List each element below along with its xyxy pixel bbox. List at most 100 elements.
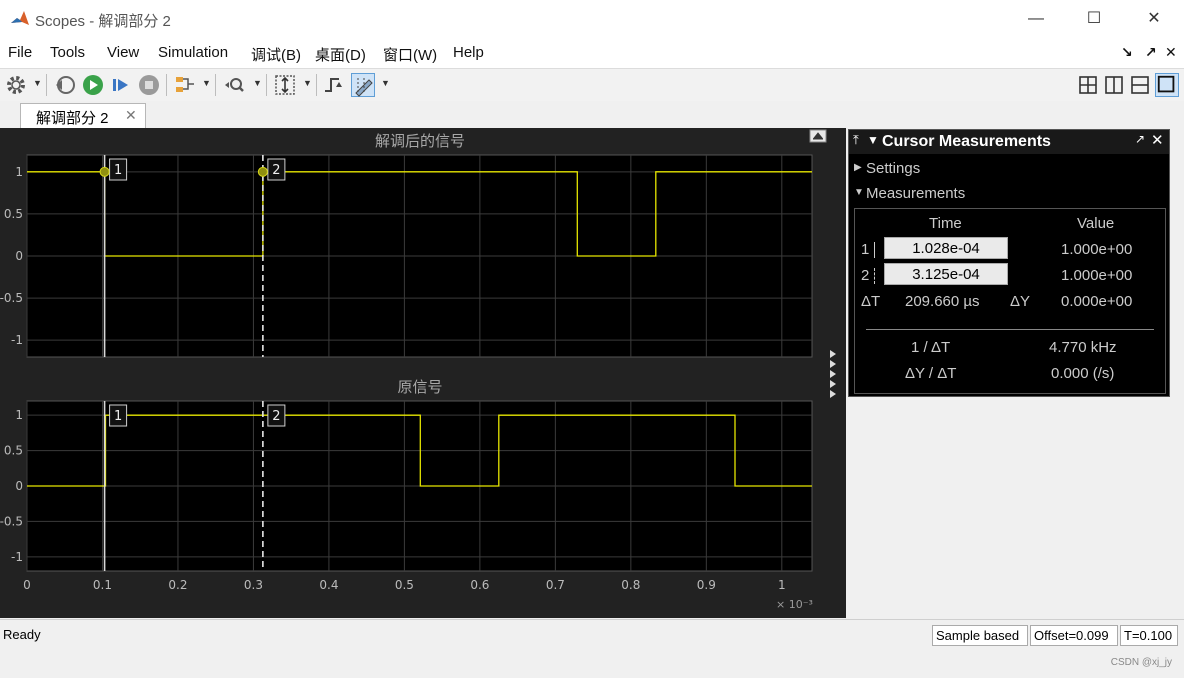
delta-t-label: ΔT: [861, 293, 881, 310]
cursor-label: 1: [114, 409, 122, 424]
step-back-icon[interactable]: [53, 73, 77, 97]
x-tick-label: 1: [778, 578, 786, 592]
menu-view[interactable]: View: [107, 44, 139, 61]
status-text: Ready: [3, 627, 41, 642]
y-tick-label: -0.5: [0, 291, 23, 305]
cursor-measurements-icon[interactable]: [351, 73, 375, 97]
y-tick-label: 0: [15, 479, 23, 493]
cursor1-time-field[interactable]: 1.028e-04: [884, 237, 1008, 259]
cursor2-value: 1.000e+00: [1061, 267, 1133, 284]
scale-axes-icon[interactable]: [273, 73, 297, 97]
layout-2x2-icon[interactable]: [1076, 73, 1100, 97]
x-tick-label: 0: [23, 578, 31, 592]
zoom-dropdown-icon[interactable]: ▼: [253, 78, 262, 88]
slope-value: 0.000 (/s): [1051, 365, 1115, 382]
inverse-delta-t-label: 1 / ΔT: [911, 339, 951, 356]
y-tick-label: -1: [11, 333, 23, 347]
layout-rows-icon[interactable]: [1128, 73, 1152, 97]
menu-simulation[interactable]: Simulation: [158, 44, 228, 61]
expand-settings-icon[interactable]: ▶: [854, 162, 862, 173]
maximize-button[interactable]: ☐: [1071, 0, 1117, 38]
menu-bar: File Tools View Simulation 调试(B) 桌面(D) 窗…: [0, 38, 1184, 68]
plot-title: 解调后的信号: [375, 132, 465, 150]
collapse-panel-icon[interactable]: ▼: [867, 133, 879, 147]
signal-highlight-icon[interactable]: [173, 73, 197, 97]
highlight-dropdown-icon[interactable]: ▼: [202, 78, 211, 88]
menu-help[interactable]: Help: [453, 44, 484, 61]
sim-time-indicator: T=0.100: [1120, 625, 1178, 646]
tab-scope-document[interactable]: 解调部分 2 ✕: [20, 103, 146, 128]
y-tick-label: 0.5: [4, 444, 23, 458]
menu-desktop[interactable]: 桌面(D): [315, 44, 366, 65]
collapse-measurements-icon[interactable]: ▼: [854, 187, 864, 198]
y-tick-label: 1: [15, 165, 23, 179]
cursor-label: 2: [272, 163, 280, 178]
settings-dropdown-icon[interactable]: ▼: [33, 78, 42, 88]
cursor2-time-field[interactable]: 3.125e-04: [884, 263, 1008, 285]
bottom-strip: CSDN @xj_jy: [0, 649, 1184, 678]
panel-collapse-arrows-icon[interactable]: [830, 350, 836, 398]
pin-icon[interactable]: ⤒: [853, 132, 859, 148]
cursor2-label: 2: [861, 267, 870, 284]
undock-icon[interactable]: ↘: [1121, 44, 1133, 61]
y-tick-label: -1: [11, 550, 23, 564]
menu-window[interactable]: 窗口(W): [383, 44, 437, 65]
toolbar-separator: [166, 74, 167, 96]
y-tick-label: 1: [15, 408, 23, 422]
cursor-label: 1: [114, 163, 122, 178]
divider: [866, 329, 1154, 330]
minimize-button[interactable]: —: [1013, 0, 1059, 38]
legend-toggle-icon[interactable]: [809, 129, 827, 143]
settings-section[interactable]: Settings: [866, 160, 920, 177]
cursor2-line-icon: [874, 268, 875, 284]
value-column-header: Value: [1077, 215, 1115, 232]
status-bar: Ready Sample based Offset=0.099 T=0.100: [0, 619, 1184, 650]
close-panel-icon[interactable]: ✕: [1151, 131, 1164, 149]
menu-debug[interactable]: 调试(B): [251, 44, 301, 65]
cursor-marker[interactable]: [99, 166, 110, 177]
tab-close-icon[interactable]: ✕: [125, 107, 137, 124]
delta-t-value: 209.660 µs: [905, 293, 980, 310]
menu-file[interactable]: File: [8, 44, 32, 61]
plot-original: 原信号 0 0.1 0.2 0.3 0.4 0.5 0.6 0.7 0.8 0.9 1 1 0.5 0 -0…: [0, 378, 813, 592]
cursor-dropdown-icon[interactable]: ▼: [381, 78, 390, 88]
gear-icon[interactable]: [4, 73, 28, 97]
undock-panel-icon[interactable]: ↗: [1135, 132, 1145, 146]
scope-plots: 解调后的信号 1 0.5 0 -0.5 -1 1 2 原信号 0 0.1 0.2 0.3 0.4 0.…: [0, 129, 836, 611]
stop-icon[interactable]: [137, 73, 161, 97]
zoom-icon[interactable]: [223, 73, 247, 97]
toolbar-separator: [266, 74, 267, 96]
plot-title: 原信号: [397, 378, 442, 396]
x-tick-label: 0.8: [621, 578, 640, 592]
close-doc-icon[interactable]: ✕: [1165, 44, 1177, 61]
window-title: Scopes - 解调部分 2: [35, 13, 171, 30]
toolbar: ▼ ▼ ▼ ▼ ▼: [0, 68, 1184, 102]
x-tick-label: 0.3: [244, 578, 263, 592]
close-window-button[interactable]: ✕: [1131, 0, 1177, 38]
y-tick-label: 0.5: [4, 207, 23, 221]
y-tick-label: 0: [15, 249, 23, 263]
popout-icon[interactable]: ↗: [1145, 44, 1157, 61]
cursor-marker[interactable]: [257, 166, 268, 177]
x-tick-label: 0.6: [470, 578, 489, 592]
y-tick-label: -0.5: [0, 514, 23, 528]
x-tick-label: 0.9: [697, 578, 716, 592]
layout-columns-icon[interactable]: [1102, 73, 1126, 97]
plot-demodulated: 解调后的信号 1 0.5 0 -0.5 -1 1 2: [0, 132, 813, 358]
scale-dropdown-icon[interactable]: ▼: [303, 78, 312, 88]
x-tick-label: 0.7: [546, 578, 565, 592]
run-icon[interactable]: [81, 73, 105, 97]
x-tick-label: 0.5: [395, 578, 414, 592]
measurements-section[interactable]: Measurements: [866, 185, 965, 202]
triggers-icon[interactable]: [322, 73, 346, 97]
step-forward-icon[interactable]: [109, 73, 133, 97]
tab-label: 解调部分 2: [36, 110, 109, 127]
cursor-panel-header: ⤒ ▼ Cursor Measurements ↗ ✕: [849, 130, 1169, 154]
toolbar-separator: [215, 74, 216, 96]
sample-mode-indicator: Sample based: [932, 625, 1028, 646]
delta-y-value: 0.000e+00: [1061, 293, 1133, 310]
slope-label: ΔY / ΔT: [905, 365, 957, 382]
layout-single-icon[interactable]: [1155, 73, 1179, 97]
x-tick-label: 0.1: [93, 578, 112, 592]
menu-tools[interactable]: Tools: [50, 44, 85, 61]
